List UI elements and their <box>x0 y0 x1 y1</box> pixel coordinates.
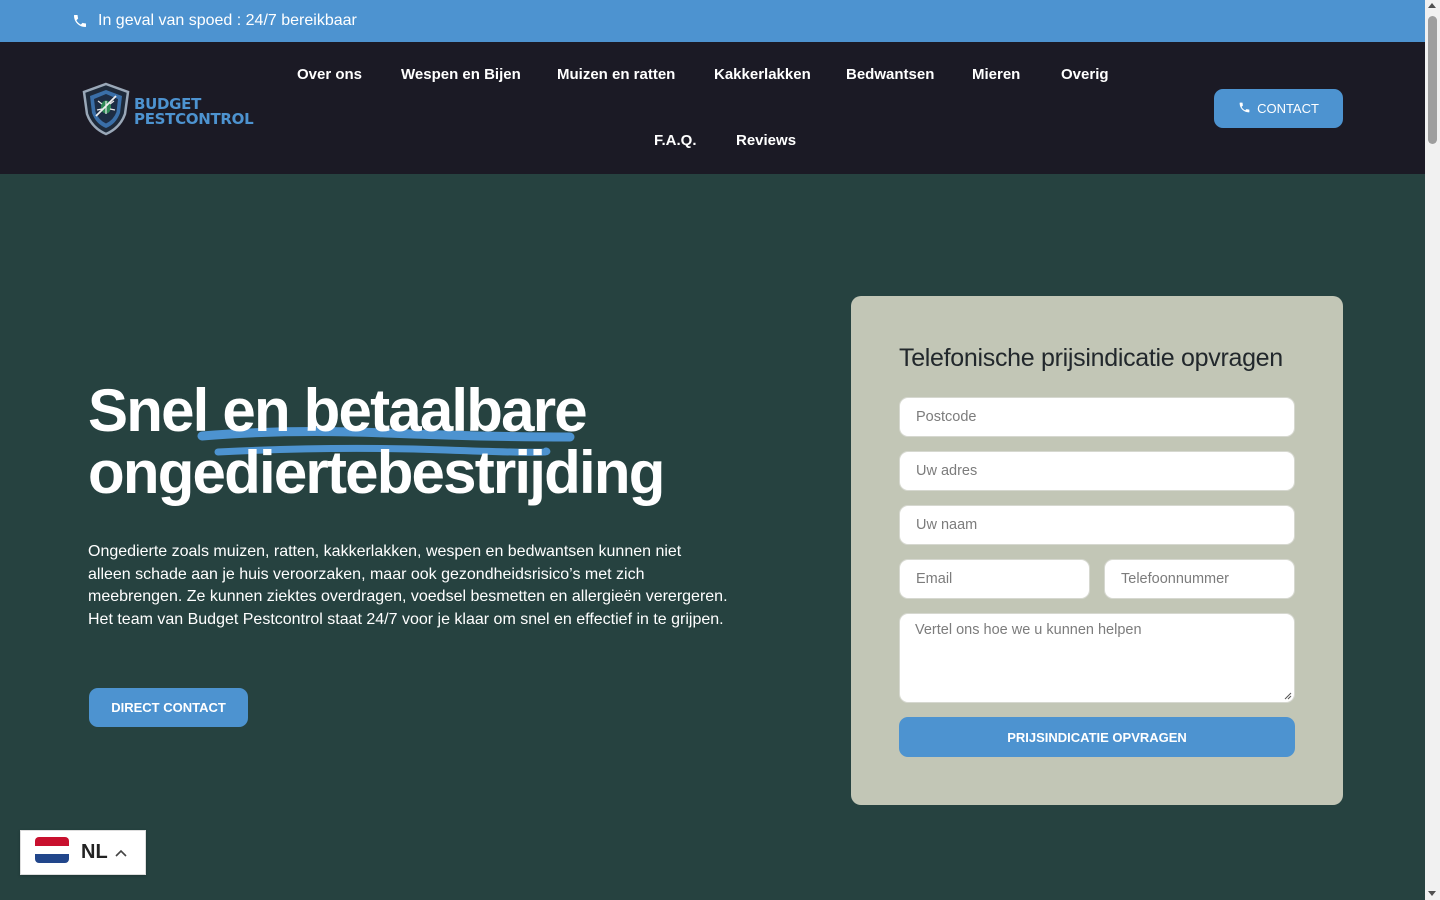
nav-muizen-en-ratten[interactable]: Muizen en ratten <box>557 66 675 83</box>
page-scrollbar[interactable] <box>1425 0 1440 900</box>
hero-description: Ongedierte zoals muizen, ratten, kakkerl… <box>88 543 728 628</box>
chevron-up-icon <box>115 849 127 857</box>
top-info-bar: In geval van spoed : 24/7 bereikbaar <box>0 0 1425 42</box>
price-quote-form: Telefonische prijsindicatie opvragen Pos… <box>851 296 1343 805</box>
phone-number-input[interactable]: Telefoonnummer <box>1104 559 1295 599</box>
language-code: NL <box>81 841 108 863</box>
message-textarea[interactable]: Vertel ons hoe we u kunnen helpen <box>899 613 1295 703</box>
emergency-text: In geval van spoed : 24/7 bereikbaar <box>98 12 357 29</box>
logo-word-pestcontrol: PESTCONTROL <box>134 109 254 128</box>
form-title: Telefonische prijsindicatie opvragen <box>899 344 1283 372</box>
nav-bedwantsen[interactable]: Bedwantsen <box>846 66 934 83</box>
scroll-down-arrow-icon[interactable] <box>1428 891 1436 896</box>
nav-faq[interactable]: F.A.Q. <box>654 132 697 149</box>
address-input[interactable]: Uw adres <box>899 451 1295 491</box>
email-input[interactable]: Email <box>899 559 1090 599</box>
nav-wespen-en-bijen[interactable]: Wespen en Bijen <box>401 66 521 83</box>
message-placeholder: Vertel ons hoe we u kunnen helpen <box>915 622 1142 638</box>
contact-button-label: CONTACT <box>1257 101 1319 116</box>
postcode-input[interactable]: Postcode <box>899 397 1295 437</box>
contact-button[interactable]: CONTACT <box>1214 89 1343 128</box>
nav-kakkerlakken[interactable]: Kakkerlakken <box>714 66 811 83</box>
name-input[interactable]: Uw naam <box>899 505 1295 545</box>
site-logo[interactable]: BUDGET PESTCONTROL <box>82 82 254 141</box>
nav-overig[interactable]: Overig <box>1061 66 1109 83</box>
netherlands-flag-icon <box>35 837 69 868</box>
submit-quote-button[interactable]: PRIJSINDICATIE OPVRAGEN <box>899 717 1295 757</box>
hero-title-line-2: ongediertebestrijding <box>88 439 665 506</box>
scrollbar-thumb[interactable] <box>1428 16 1437 144</box>
hero-title-line-1: Snel en betaalbare <box>88 377 588 444</box>
nav-over-ons[interactable]: Over ons <box>297 66 362 83</box>
language-switcher[interactable]: NL <box>20 830 146 875</box>
direct-contact-button[interactable]: DIRECT CONTACT <box>89 688 248 727</box>
resize-handle-icon[interactable] <box>1284 692 1292 700</box>
phone-icon <box>1238 101 1251 117</box>
hero-title: Snel en betaalbare ongediertebestrijding <box>88 377 665 506</box>
nav-mieren[interactable]: Mieren <box>972 66 1020 83</box>
scroll-up-arrow-icon[interactable] <box>1428 3 1436 8</box>
site-header: BUDGET PESTCONTROL Over ons Wespen en Bi… <box>0 42 1425 174</box>
phone-icon <box>72 13 88 29</box>
shield-logo-icon <box>82 82 130 141</box>
nav-reviews[interactable]: Reviews <box>736 132 796 149</box>
